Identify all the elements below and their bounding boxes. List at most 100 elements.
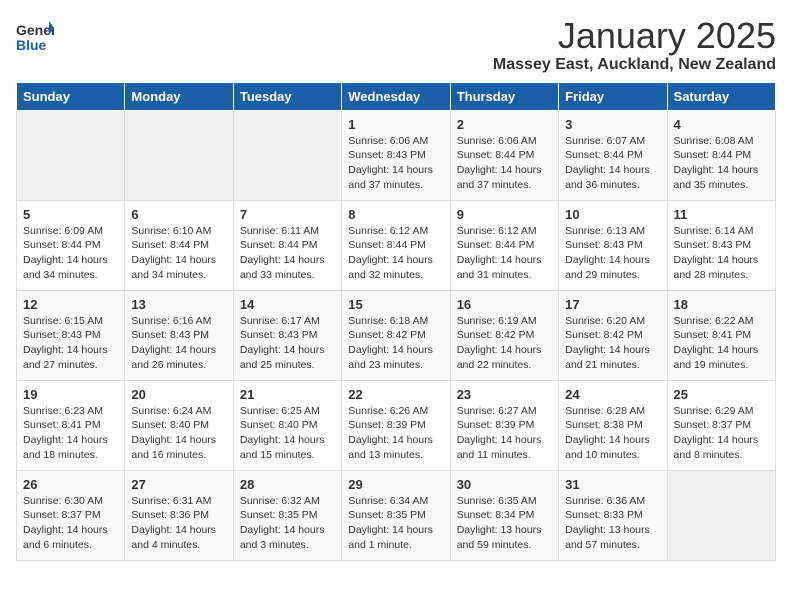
table-row (667, 470, 775, 560)
day-info: Sunrise: 6:07 AMSunset: 8:44 PMDaylight:… (565, 135, 650, 191)
table-row: 6 Sunrise: 6:10 AMSunset: 8:44 PMDaylight… (125, 200, 233, 290)
day-number: 7 (240, 207, 335, 222)
day-number: 31 (565, 477, 660, 492)
table-row: 2Sunrise: 6:06 AMSunset: 8:44 PMDaylight… (450, 110, 558, 200)
col-monday: Monday (125, 82, 233, 110)
day-info: Sunrise: 6:29 AMSunset: 8:37 PMDaylight:… (674, 405, 759, 461)
day-number: 2 (457, 117, 552, 132)
calendar-week-row: 12 Sunrise: 6:15 AMSunset: 8:43 PMDayligh… (17, 290, 776, 380)
day-info: Sunrise: 6:22 AMSunset: 8:41 PMDaylight:… (674, 315, 759, 371)
day-info: Sunrise: 6:08 AMSunset: 8:44 PMDaylight:… (674, 135, 759, 191)
logo-svg: General Blue (16, 20, 54, 56)
day-number: 1 (348, 117, 443, 132)
page-header: General Blue January 2025 Massey East, A… (16, 16, 776, 74)
day-info: Sunrise: 6:32 AMSunset: 8:35 PMDaylight:… (240, 495, 325, 551)
day-number: 27 (131, 477, 226, 492)
day-number: 21 (240, 387, 335, 402)
day-info: Sunrise: 6:15 AMSunset: 8:43 PMDaylight:… (23, 315, 108, 371)
table-row (233, 110, 341, 200)
calendar-week-row: 26 Sunrise: 6:30 AMSunset: 8:37 PMDayligh… (17, 470, 776, 560)
table-row: 10Sunrise: 6:13 AMSunset: 8:43 PMDayligh… (559, 200, 667, 290)
table-row: 28 Sunrise: 6:32 AMSunset: 8:35 PMDayligh… (233, 470, 341, 560)
day-number: 12 (23, 297, 118, 312)
svg-text:Blue: Blue (16, 37, 47, 53)
table-row (125, 110, 233, 200)
day-info: Sunrise: 6:26 AMSunset: 8:39 PMDaylight:… (348, 405, 433, 461)
table-row: 11 Sunrise: 6:14 AMSunset: 8:43 PMDayligh… (667, 200, 775, 290)
table-row: 29 Sunrise: 6:34 AMSunset: 8:35 PMDayligh… (342, 470, 450, 560)
day-number: 17 (565, 297, 660, 312)
calendar-header-row: Sunday Monday Tuesday Wednesday Thursday… (17, 82, 776, 110)
calendar-week-row: 1 Sunrise: 6:06 AMSunset: 8:43 PMDaylight… (17, 110, 776, 200)
day-info: Sunrise: 6:34 AMSunset: 8:35 PMDaylight:… (348, 495, 433, 551)
day-info: Sunrise: 6:23 AMSunset: 8:41 PMDaylight:… (23, 405, 108, 461)
day-number: 28 (240, 477, 335, 492)
day-number: 9 (457, 207, 552, 222)
table-row: 31Sunrise: 6:36 AMSunset: 8:33 PMDayligh… (559, 470, 667, 560)
logo: General Blue (16, 20, 54, 56)
day-number: 18 (674, 297, 769, 312)
day-info: Sunrise: 6:18 AMSunset: 8:42 PMDaylight:… (348, 315, 433, 371)
calendar-subtitle: Massey East, Auckland, New Zealand (493, 56, 776, 74)
day-number: 8 (348, 207, 443, 222)
day-info: Sunrise: 6:24 AMSunset: 8:40 PMDaylight:… (131, 405, 216, 461)
day-number: 26 (23, 477, 118, 492)
day-info: Sunrise: 6:09 AMSunset: 8:44 PMDaylight:… (23, 225, 108, 281)
day-info: Sunrise: 6:12 AMSunset: 8:44 PMDaylight:… (457, 225, 542, 281)
day-info: Sunrise: 6:19 AMSunset: 8:42 PMDaylight:… (457, 315, 542, 371)
day-number: 25 (674, 387, 769, 402)
day-info: Sunrise: 6:16 AMSunset: 8:43 PMDaylight:… (131, 315, 216, 371)
table-row: 18 Sunrise: 6:22 AMSunset: 8:41 PMDayligh… (667, 290, 775, 380)
table-row: 14 Sunrise: 6:17 AMSunset: 8:43 PMDayligh… (233, 290, 341, 380)
day-number: 10 (565, 207, 660, 222)
day-number: 16 (457, 297, 552, 312)
col-tuesday: Tuesday (233, 82, 341, 110)
day-number: 19 (23, 387, 118, 402)
day-number: 4 (674, 117, 769, 132)
calendar-table: Sunday Monday Tuesday Wednesday Thursday… (16, 82, 776, 561)
table-row: 21 Sunrise: 6:25 AMSunset: 8:40 PMDayligh… (233, 380, 341, 470)
table-row: 22 Sunrise: 6:26 AMSunset: 8:39 PMDayligh… (342, 380, 450, 470)
table-row: 1 Sunrise: 6:06 AMSunset: 8:43 PMDaylight… (342, 110, 450, 200)
day-number: 13 (131, 297, 226, 312)
calendar-week-row: 19 Sunrise: 6:23 AMSunset: 8:41 PMDayligh… (17, 380, 776, 470)
table-row: 17 Sunrise: 6:20 AMSunset: 8:42 PMDayligh… (559, 290, 667, 380)
title-area: January 2025 Massey East, Auckland, New … (493, 16, 776, 74)
day-number: 24 (565, 387, 660, 402)
col-thursday: Thursday (450, 82, 558, 110)
table-row: 23 Sunrise: 6:27 AMSunset: 8:39 PMDayligh… (450, 380, 558, 470)
day-number: 15 (348, 297, 443, 312)
day-info: Sunrise: 6:14 AMSunset: 8:43 PMDaylight:… (674, 225, 759, 281)
table-row: 15 Sunrise: 6:18 AMSunset: 8:42 PMDayligh… (342, 290, 450, 380)
day-info: Sunrise: 6:06 AMSunset: 8:43 PMDaylight:… (348, 135, 433, 191)
table-row: 9 Sunrise: 6:12 AMSunset: 8:44 PMDaylight… (450, 200, 558, 290)
col-sunday: Sunday (17, 82, 125, 110)
day-number: 23 (457, 387, 552, 402)
table-row: 3Sunrise: 6:07 AMSunset: 8:44 PMDaylight… (559, 110, 667, 200)
calendar-week-row: 5Sunrise: 6:09 AMSunset: 8:44 PMDaylight… (17, 200, 776, 290)
calendar-title: January 2025 (493, 16, 776, 56)
table-row: 7Sunrise: 6:11 AMSunset: 8:44 PMDaylight… (233, 200, 341, 290)
table-row: 4 Sunrise: 6:08 AMSunset: 8:44 PMDaylight… (667, 110, 775, 200)
table-row: 24Sunrise: 6:28 AMSunset: 8:38 PMDayligh… (559, 380, 667, 470)
day-info: Sunrise: 6:20 AMSunset: 8:42 PMDaylight:… (565, 315, 650, 371)
day-number: 20 (131, 387, 226, 402)
day-info: Sunrise: 6:17 AMSunset: 8:43 PMDaylight:… (240, 315, 325, 371)
day-info: Sunrise: 6:12 AMSunset: 8:44 PMDaylight:… (348, 225, 433, 281)
day-info: Sunrise: 6:10 AMSunset: 8:44 PMDaylight:… (131, 225, 216, 281)
table-row: 16 Sunrise: 6:19 AMSunset: 8:42 PMDayligh… (450, 290, 558, 380)
day-number: 14 (240, 297, 335, 312)
table-row: 27Sunrise: 6:31 AMSunset: 8:36 PMDayligh… (125, 470, 233, 560)
day-info: Sunrise: 6:27 AMSunset: 8:39 PMDaylight:… (457, 405, 542, 461)
col-friday: Friday (559, 82, 667, 110)
day-info: Sunrise: 6:30 AMSunset: 8:37 PMDaylight:… (23, 495, 108, 551)
col-wednesday: Wednesday (342, 82, 450, 110)
day-number: 22 (348, 387, 443, 402)
table-row: 25 Sunrise: 6:29 AMSunset: 8:37 PMDayligh… (667, 380, 775, 470)
day-info: Sunrise: 6:25 AMSunset: 8:40 PMDaylight:… (240, 405, 325, 461)
col-saturday: Saturday (667, 82, 775, 110)
day-number: 6 (131, 207, 226, 222)
day-number: 11 (674, 207, 769, 222)
table-row: 12 Sunrise: 6:15 AMSunset: 8:43 PMDayligh… (17, 290, 125, 380)
day-number: 29 (348, 477, 443, 492)
